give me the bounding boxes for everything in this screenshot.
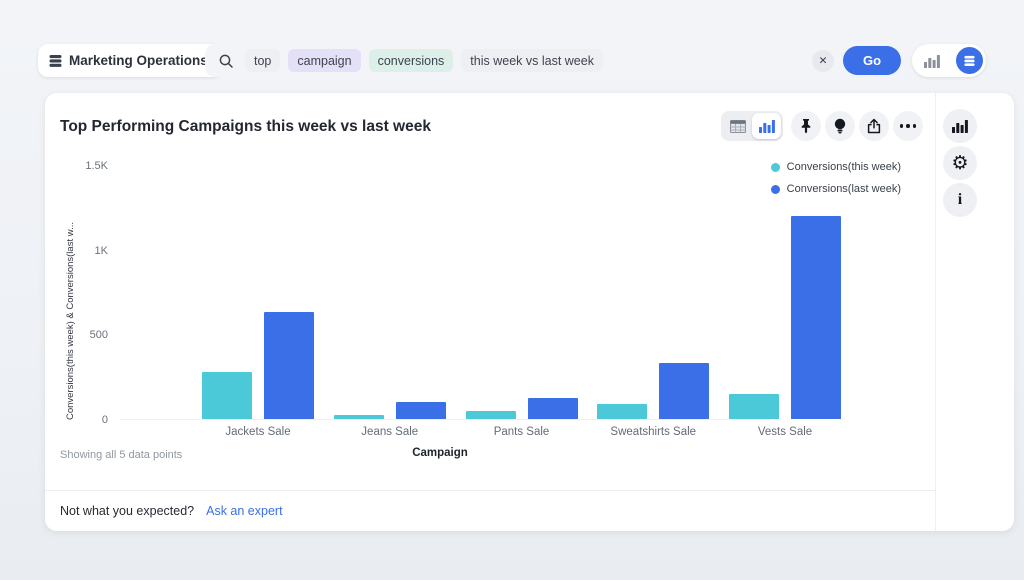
chart-view-button[interactable] [752, 113, 781, 139]
chart-bar-last-week[interactable] [395, 402, 446, 419]
chart-bar-last-week[interactable] [791, 216, 841, 419]
ask-an-expert-link[interactable]: Ask an expert [206, 504, 282, 518]
report-card: Top Performing Campaigns this week vs la… [45, 93, 1014, 531]
chart-bar-this-week[interactable] [333, 415, 384, 419]
chart-bar-this-week[interactable] [729, 394, 779, 419]
ellipsis-icon [899, 124, 917, 128]
bar-group [729, 166, 841, 419]
bar-chart-plot-area [120, 166, 841, 420]
go-button[interactable]: Go [843, 46, 901, 75]
chart-bar-this-week[interactable] [202, 372, 252, 419]
x-tick-label: Pants Sale [493, 426, 550, 438]
y-axis-ticks: 0 500 1K 1.5K [45, 160, 108, 426]
x-tick-label: Jeans Sale [361, 426, 419, 438]
chart-bar-last-week[interactable] [527, 398, 578, 419]
table-icon [729, 119, 746, 133]
y-tick-label: 1.5K [85, 160, 108, 172]
nlq-search-bar[interactable]: top campaign conversions this week vs last … [205, 44, 905, 77]
settings-button[interactable]: ⚙ [943, 146, 977, 180]
card-footer: Not what you expected? Ask an expert [45, 490, 935, 531]
search-token-list[interactable]: top campaign conversions this week vs last … [245, 49, 603, 72]
reports-bar-chart-icon[interactable] [924, 54, 940, 68]
share-button[interactable] [859, 111, 889, 141]
bar-chart-icon [952, 120, 968, 133]
chart-bar-this-week[interactable] [597, 404, 648, 419]
bar-chart-icon [758, 120, 775, 133]
chart-type-button[interactable] [943, 109, 977, 143]
app-background: Marketing Operations top campaign conversi… [0, 0, 1024, 580]
search-token[interactable]: top [245, 49, 281, 72]
table-view-button[interactable] [723, 113, 752, 139]
chart-toolbar [721, 111, 923, 141]
view-toggle [721, 111, 783, 141]
y-tick-label: 500 [89, 329, 108, 342]
bar-group [597, 166, 710, 419]
footer-question: Not what you expected? [60, 504, 195, 518]
x-tick-label: Sweatshirts Sale [610, 426, 697, 438]
user-pill [912, 44, 986, 77]
info-button[interactable]: i [943, 183, 977, 217]
x-axis-labels: Jackets Sale Jeans Sale Pants Sale Sweatshi… [120, 426, 812, 442]
clear-search-button[interactable]: ✕ [812, 49, 834, 72]
bar-group [465, 166, 578, 419]
x-axis-title: Campaign [412, 447, 468, 459]
insights-button[interactable] [825, 111, 855, 141]
gear-icon: ⚙ [951, 151, 969, 174]
more-options-button[interactable] [893, 111, 923, 141]
x-tick-label: Jackets Sale [225, 426, 291, 438]
x-tick-label: Vests Sale [757, 426, 813, 438]
share-export-icon [867, 118, 881, 134]
search-icon [219, 54, 233, 68]
y-tick-label: 1K [94, 244, 108, 257]
pin-button[interactable] [791, 111, 821, 141]
chart-panel: Top Performing Campaigns this week vs la… [45, 93, 936, 531]
bar-group [333, 166, 446, 419]
workspace-switcher[interactable]: Marketing Operations [38, 44, 222, 77]
lightbulb-icon [834, 118, 846, 134]
chart-bar-last-week[interactable] [659, 363, 710, 419]
report-title: Top Performing Campaigns this week vs la… [60, 118, 431, 135]
data-points-summary: Showing all 5 data points [60, 449, 183, 461]
info-icon: i [957, 191, 963, 208]
chart-bar-this-week[interactable] [465, 411, 516, 419]
workspace-logo-icon [49, 54, 62, 67]
pin-icon [801, 119, 811, 134]
y-tick-label: 0 [101, 414, 108, 426]
chart-bar-last-week[interactable] [264, 312, 314, 419]
side-action-rail: ⚙ i [936, 93, 1014, 531]
search-token[interactable]: conversions [368, 49, 454, 72]
search-token[interactable]: this week vs last week [461, 49, 603, 72]
account-avatar[interactable] [956, 47, 983, 74]
search-token[interactable]: campaign [288, 49, 361, 72]
workspace-name: Marketing Operations [69, 53, 208, 68]
avatar-stack-icon [964, 55, 975, 66]
bar-group [202, 166, 314, 419]
